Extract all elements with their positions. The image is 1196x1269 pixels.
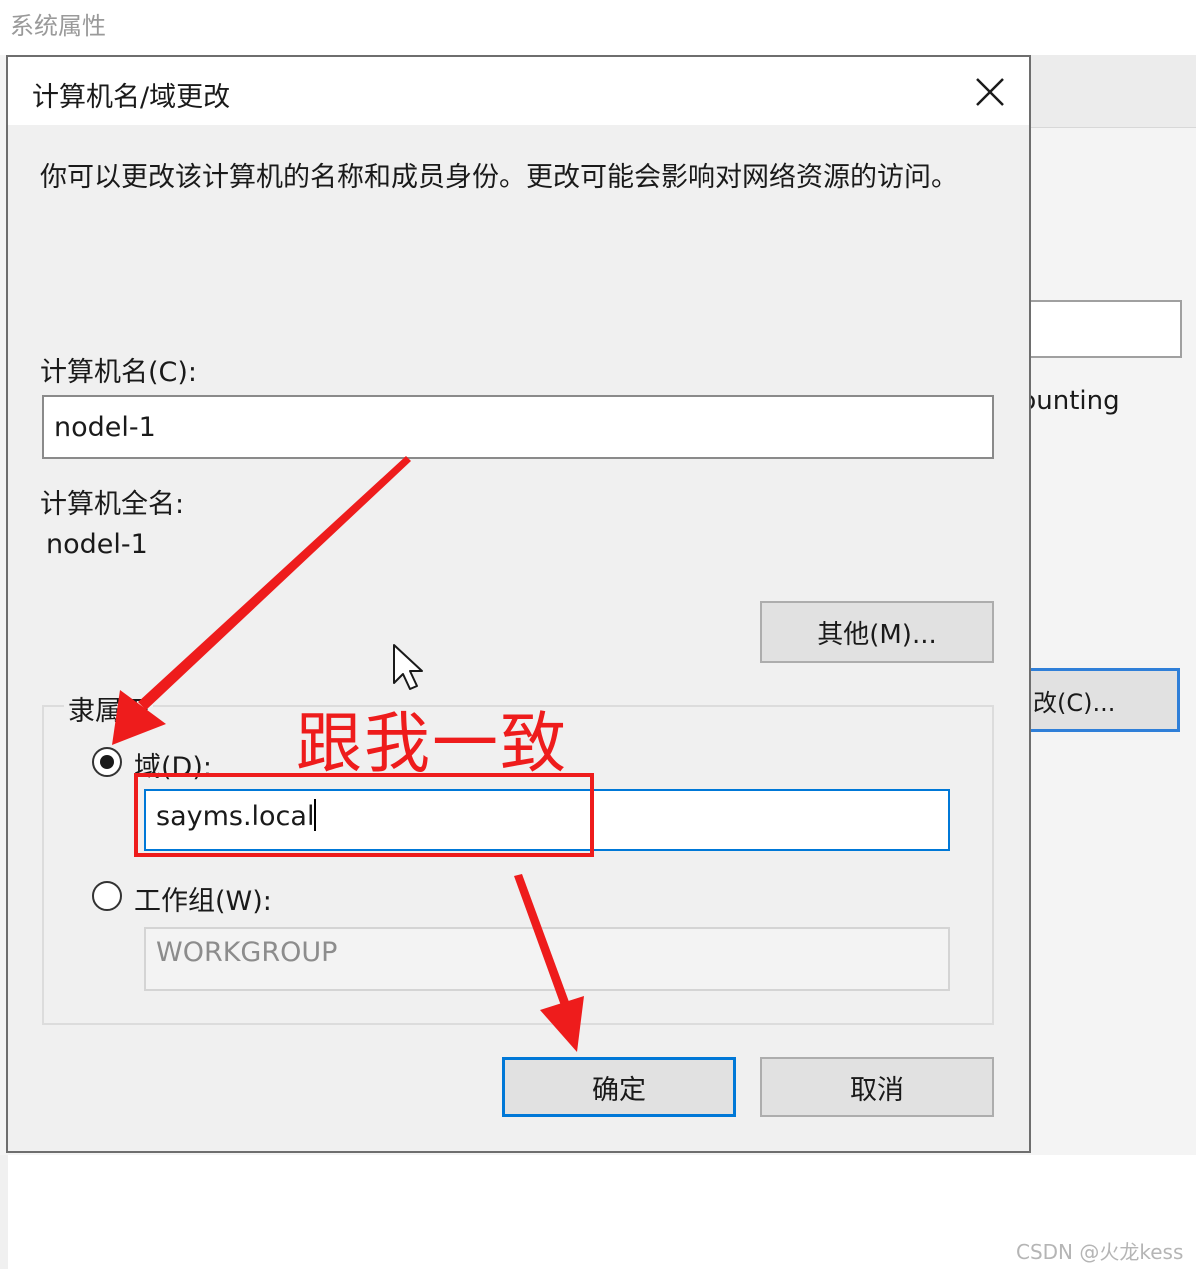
full-name-label: 计算机全名: bbox=[40, 489, 185, 520]
close-button[interactable] bbox=[963, 65, 1017, 119]
annotation-highlight-box bbox=[134, 773, 594, 857]
computer-name-input[interactable] bbox=[42, 395, 994, 459]
dialog-description: 你可以更改该计算机的名称和成员身份。更改可能会影响对网络资源的访问。 bbox=[40, 162, 958, 193]
dialog-titlebar: 计算机名/域更改 bbox=[8, 57, 1029, 125]
more-button[interactable]: 其他(M)... bbox=[760, 601, 994, 663]
watermark: CSDN @火龙kess bbox=[1016, 1240, 1184, 1264]
full-name-value: nodel-1 bbox=[46, 529, 148, 560]
cancel-button[interactable]: 取消 bbox=[760, 1057, 994, 1117]
background-tab-strip bbox=[1030, 55, 1196, 128]
member-of-legend: 隶属于 bbox=[64, 689, 153, 728]
background-window-title: 系统属性 bbox=[10, 12, 106, 40]
background-input-field bbox=[1020, 300, 1182, 358]
close-icon bbox=[976, 78, 1004, 106]
workgroup-label[interactable]: 工作组(W): bbox=[134, 879, 272, 918]
annotation-text: 跟我一致 bbox=[296, 705, 568, 782]
computer-name-label: 计算机名(C): bbox=[40, 357, 198, 388]
background-left-edge bbox=[0, 1155, 8, 1269]
computer-name-dialog: 计算机名/域更改 你可以更改该计算机的名称和成员身份。更改可能会影响对网络资源的… bbox=[6, 55, 1031, 1153]
ok-button[interactable]: 确定 bbox=[502, 1057, 736, 1117]
workgroup-input: WORKGROUP bbox=[144, 927, 950, 991]
domain-radio[interactable] bbox=[92, 747, 122, 777]
background-text-fragment: ɔunting bbox=[1022, 386, 1120, 416]
dialog-title: 计算机名/域更改 bbox=[32, 82, 231, 113]
background-change-button[interactable]: 改(C)... bbox=[1018, 668, 1180, 732]
workgroup-radio[interactable] bbox=[92, 881, 122, 911]
